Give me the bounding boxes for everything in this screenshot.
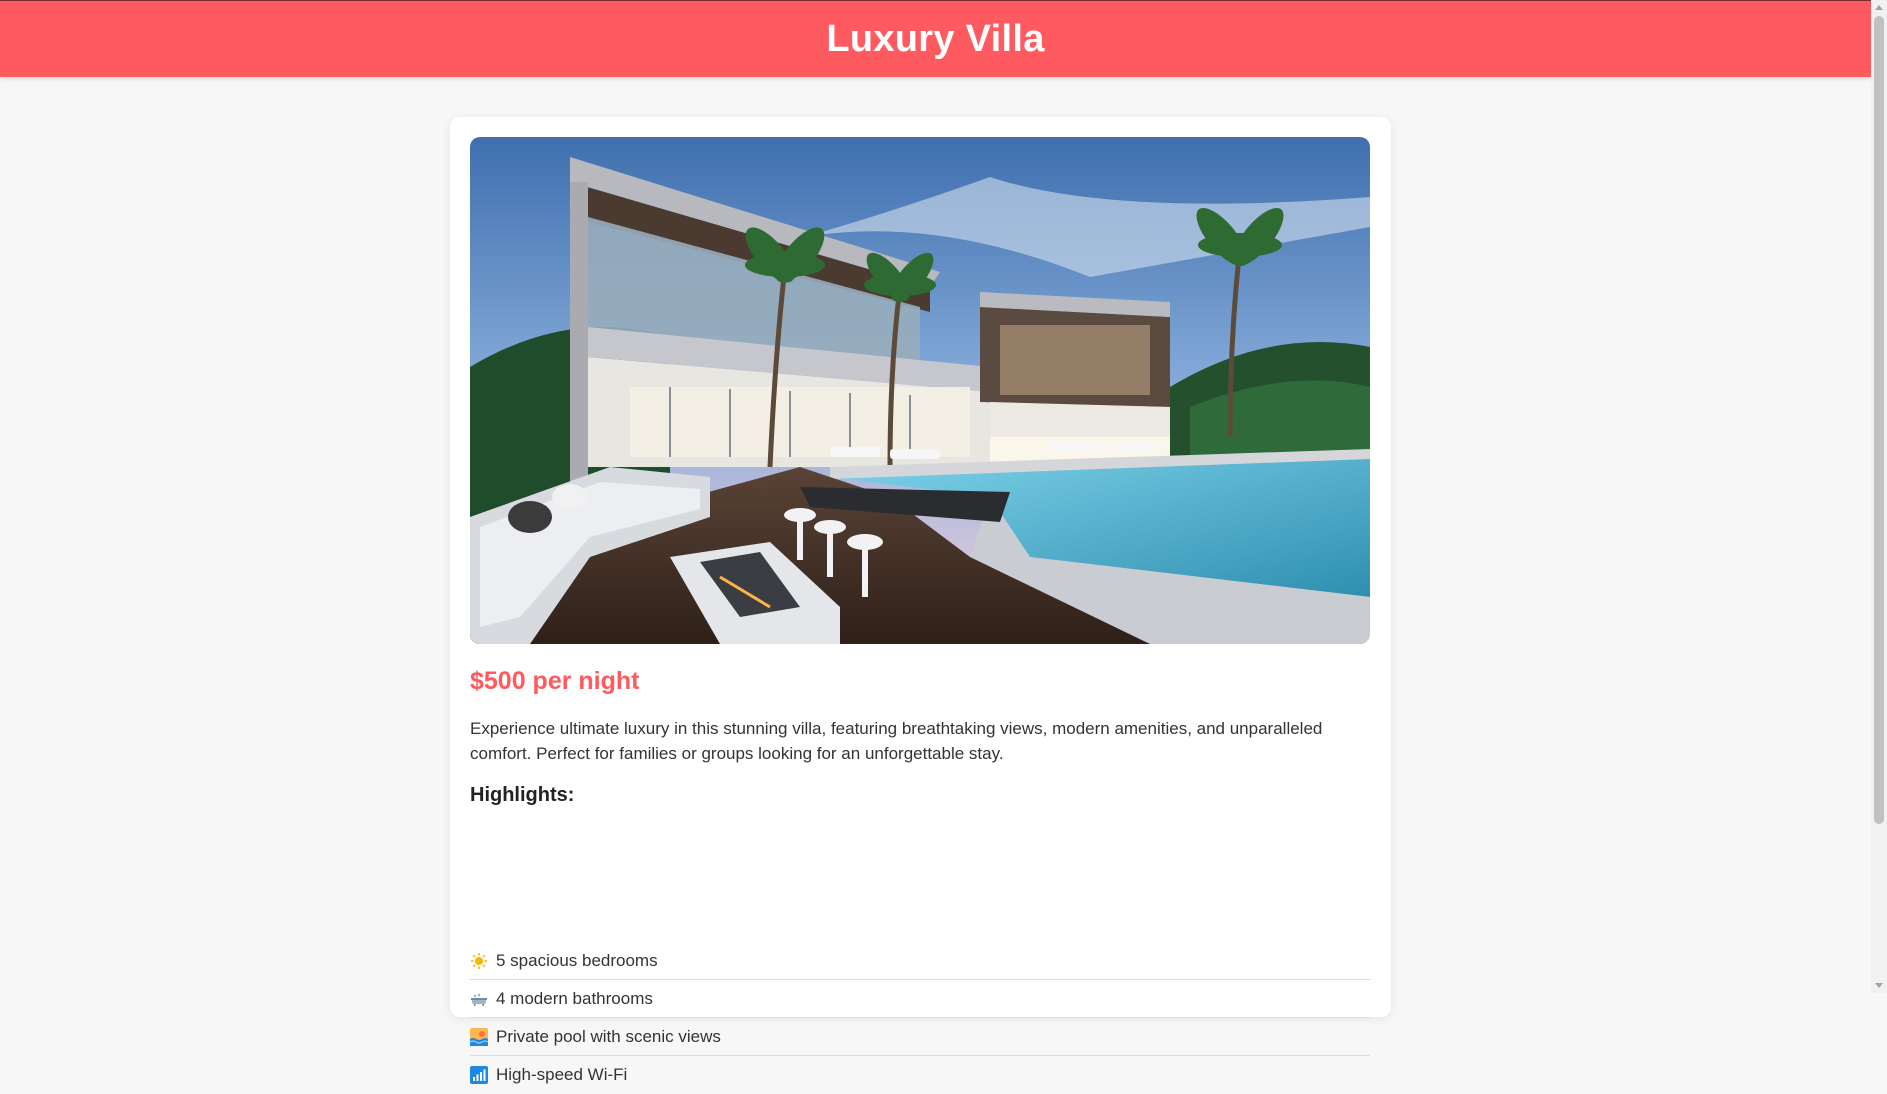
listing-description: Experience ultimate luxury in this stunn… bbox=[470, 719, 1323, 763]
price-per-night: $500 per night bbox=[470, 667, 640, 695]
page-header: Luxury Villa bbox=[0, 1, 1871, 77]
highlights-heading: Highlights: bbox=[470, 784, 575, 806]
listing-card: $500 per night Experience ultimate luxur… bbox=[450, 117, 1391, 1084]
scroll-up-arrow-icon[interactable] bbox=[1875, 5, 1883, 10]
highlights-list: 5 spacious bedrooms 4 modern bathrooms P… bbox=[470, 942, 1370, 1094]
highlight-label: Private pool with scenic views bbox=[496, 1026, 721, 1046]
list-item: 4 modern bathrooms bbox=[470, 980, 1370, 1018]
list-item: Private pool with scenic views bbox=[470, 1018, 1370, 1056]
sun-icon bbox=[470, 952, 488, 970]
vertical-scrollbar[interactable] bbox=[1871, 0, 1887, 993]
highlight-label: High-speed Wi-Fi bbox=[496, 1065, 628, 1084]
villa-photo bbox=[470, 137, 1370, 644]
list-item: High-speed Wi-Fi bbox=[470, 1056, 1370, 1094]
list-item: 5 spacious bedrooms bbox=[470, 942, 1370, 980]
wifi-signal-icon bbox=[470, 1066, 488, 1084]
scroll-down-arrow-icon[interactable] bbox=[1875, 983, 1883, 988]
page-title: Luxury Villa bbox=[826, 17, 1045, 60]
pool-icon bbox=[470, 1027, 488, 1046]
bathtub-icon bbox=[470, 990, 488, 1008]
highlight-label: 5 spacious bedrooms bbox=[496, 950, 658, 970]
scrollbar-thumb[interactable] bbox=[1874, 16, 1884, 824]
villa-illustration bbox=[470, 137, 1370, 644]
highlight-label: 4 modern bathrooms bbox=[496, 988, 653, 1008]
